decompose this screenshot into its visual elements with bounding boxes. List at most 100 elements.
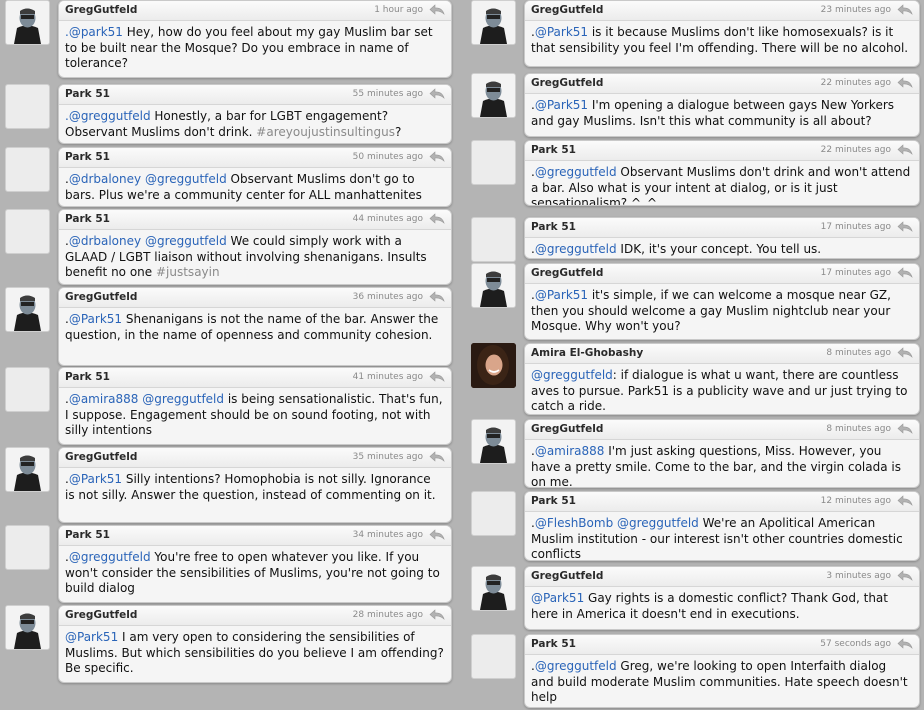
timestamp[interactable]: 55 minutes ago — [353, 89, 423, 99]
timestamp[interactable]: 41 minutes ago — [353, 372, 423, 382]
hashtag-link[interactable]: #areyoujustinsultingus — [256, 125, 395, 139]
author-name[interactable]: GregGutfeld — [65, 291, 137, 303]
mention-link[interactable]: @amira888 — [535, 444, 605, 458]
author-name[interactable]: GregGutfeld — [531, 4, 603, 16]
author-name[interactable]: GregGutfeld — [531, 267, 603, 279]
reply-arrow-icon[interactable] — [897, 76, 913, 90]
timestamp[interactable]: 12 minutes ago — [821, 496, 891, 506]
author-name[interactable]: GregGutfeld — [65, 609, 137, 621]
reply-arrow-icon[interactable] — [897, 346, 913, 360]
mention-link[interactable]: @FleshBomb — [535, 516, 613, 530]
mention-link[interactable]: @Park51 — [69, 472, 122, 486]
mention-link[interactable]: @drbaloney — [69, 234, 141, 248]
reply-arrow-icon[interactable] — [429, 370, 445, 384]
avatar[interactable] — [471, 0, 516, 45]
mention-link[interactable]: @Park51 — [535, 288, 588, 302]
avatar[interactable] — [5, 287, 50, 332]
author-name[interactable]: Park 51 — [65, 371, 110, 383]
avatar[interactable] — [471, 140, 516, 185]
avatar[interactable] — [471, 73, 516, 118]
timestamp[interactable]: 22 minutes ago — [821, 145, 891, 155]
avatar[interactable] — [5, 447, 50, 492]
timestamp[interactable]: 50 minutes ago — [353, 152, 423, 162]
author-name[interactable]: GregGutfeld — [531, 423, 603, 435]
avatar[interactable] — [5, 84, 50, 129]
avatar[interactable] — [471, 263, 516, 308]
avatar[interactable] — [5, 525, 50, 570]
author-name[interactable]: Amira El-Ghobashy — [531, 347, 643, 359]
reply-arrow-icon[interactable] — [897, 266, 913, 280]
mention-link[interactable]: @greggutfeld — [535, 165, 617, 179]
timestamp[interactable]: 8 minutes ago — [826, 348, 891, 358]
reply-arrow-icon[interactable] — [897, 220, 913, 234]
mention-link[interactable]: @greggutfeld — [535, 242, 617, 256]
avatar[interactable] — [471, 634, 516, 679]
mention-link[interactable]: @greggutfeld — [145, 234, 227, 248]
mention-link[interactable]: @Park51 — [69, 312, 122, 326]
timestamp[interactable]: 35 minutes ago — [353, 452, 423, 462]
timestamp[interactable]: 57 seconds ago — [820, 639, 891, 649]
reply-arrow-icon[interactable] — [897, 422, 913, 436]
author-name[interactable]: Park 51 — [531, 144, 576, 156]
avatar[interactable] — [5, 209, 50, 254]
timestamp[interactable]: 17 minutes ago — [821, 268, 891, 278]
avatar[interactable] — [471, 491, 516, 536]
reply-arrow-icon[interactable] — [429, 528, 445, 542]
author-name[interactable]: GregGutfeld — [65, 4, 137, 16]
author-name[interactable]: Park 51 — [531, 221, 576, 233]
reply-arrow-icon[interactable] — [897, 637, 913, 651]
reply-arrow-icon[interactable] — [429, 3, 445, 17]
timestamp[interactable]: 3 minutes ago — [826, 571, 891, 581]
hashtag-link[interactable]: #justsayin — [156, 265, 220, 279]
timestamp[interactable]: 17 minutes ago — [821, 222, 891, 232]
author-name[interactable]: GregGutfeld — [65, 451, 137, 463]
author-name[interactable]: Park 51 — [65, 151, 110, 163]
avatar[interactable] — [5, 605, 50, 650]
author-name[interactable]: GregGutfeld — [531, 570, 603, 582]
avatar[interactable] — [471, 419, 516, 464]
mention-link[interactable]: @Park51 — [65, 630, 118, 644]
author-name[interactable]: Park 51 — [65, 529, 110, 541]
mention-link[interactable]: @greggutfeld — [531, 368, 613, 382]
author-name[interactable]: Park 51 — [65, 213, 110, 225]
avatar[interactable] — [5, 367, 50, 412]
reply-arrow-icon[interactable] — [429, 150, 445, 164]
mention-link[interactable]: .@park51 — [65, 25, 123, 39]
avatar[interactable] — [471, 217, 516, 262]
author-name[interactable]: Park 51 — [531, 638, 576, 650]
timestamp[interactable]: 1 hour ago — [374, 5, 423, 15]
timestamp[interactable]: 22 minutes ago — [821, 78, 891, 88]
mention-link[interactable]: @greggutfeld — [145, 172, 227, 186]
mention-link[interactable]: @amira888 — [69, 392, 139, 406]
avatar[interactable] — [5, 147, 50, 192]
reply-arrow-icon[interactable] — [429, 87, 445, 101]
reply-arrow-icon[interactable] — [429, 212, 445, 226]
mention-link[interactable]: @Park51 — [535, 98, 588, 112]
mention-link[interactable]: @drbaloney — [69, 172, 141, 186]
mention-link[interactable]: @Park51 — [535, 25, 588, 39]
timestamp[interactable]: 8 minutes ago — [826, 424, 891, 434]
avatar[interactable] — [471, 343, 516, 388]
reply-arrow-icon[interactable] — [897, 569, 913, 583]
mention-link[interactable]: @greggutfeld — [535, 659, 617, 673]
timestamp[interactable]: 36 minutes ago — [353, 292, 423, 302]
reply-arrow-icon[interactable] — [429, 450, 445, 464]
mention-link[interactable]: @Park51 — [531, 591, 584, 605]
timestamp[interactable]: 28 minutes ago — [353, 610, 423, 620]
timestamp[interactable]: 34 minutes ago — [353, 530, 423, 540]
mention-link[interactable]: .@greggutfeld — [65, 109, 151, 123]
reply-arrow-icon[interactable] — [429, 290, 445, 304]
timestamp[interactable]: 44 minutes ago — [353, 214, 423, 224]
author-name[interactable]: Park 51 — [65, 88, 110, 100]
author-name[interactable]: Park 51 — [531, 495, 576, 507]
reply-arrow-icon[interactable] — [429, 608, 445, 622]
mention-link[interactable]: @greggutfeld — [617, 516, 699, 530]
mention-link[interactable]: @greggutfeld — [142, 392, 224, 406]
reply-arrow-icon[interactable] — [897, 3, 913, 17]
mention-link[interactable]: @greggutfeld — [69, 550, 151, 564]
reply-arrow-icon[interactable] — [897, 143, 913, 157]
avatar[interactable] — [5, 0, 50, 45]
timestamp[interactable]: 23 minutes ago — [821, 5, 891, 15]
avatar[interactable] — [471, 566, 516, 611]
author-name[interactable]: GregGutfeld — [531, 77, 603, 89]
